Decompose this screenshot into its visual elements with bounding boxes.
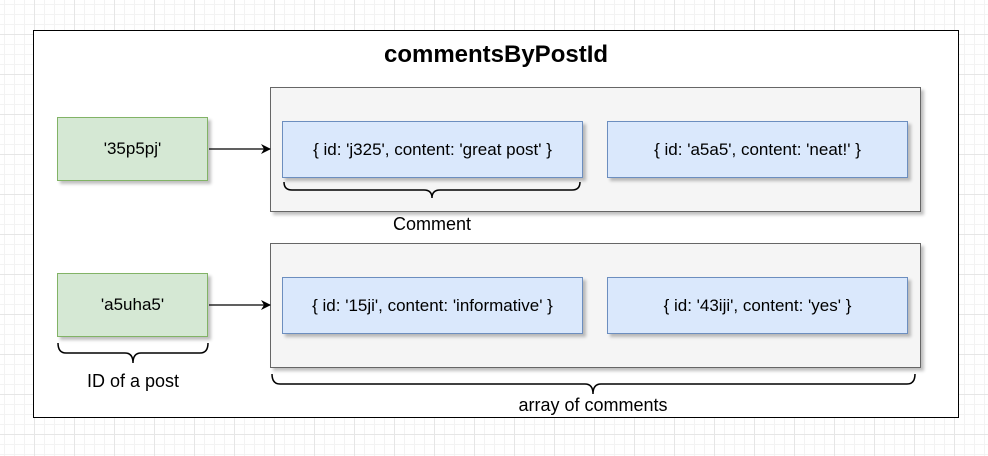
post-id-box-2: 'a5uha5' [57, 273, 208, 337]
comment-box-1-1: { id: 'j325', content: 'great post' } [282, 121, 583, 178]
comment-box-1-2: { id: 'a5a5', content: 'neat!' } [607, 121, 908, 178]
comment-box-2-1: { id: '15ji', content: 'informative' } [282, 277, 583, 334]
post-id-box-1: '35p5pj' [57, 117, 208, 181]
array-label: array of comments [518, 395, 668, 415]
post-id-label: ID of a post [86, 371, 180, 391]
comment-box-2-2: { id: '43iji', content: 'yes' } [607, 277, 908, 334]
comment-label: Comment [392, 214, 472, 234]
diagram-title: commentsByPostId [383, 41, 609, 68]
